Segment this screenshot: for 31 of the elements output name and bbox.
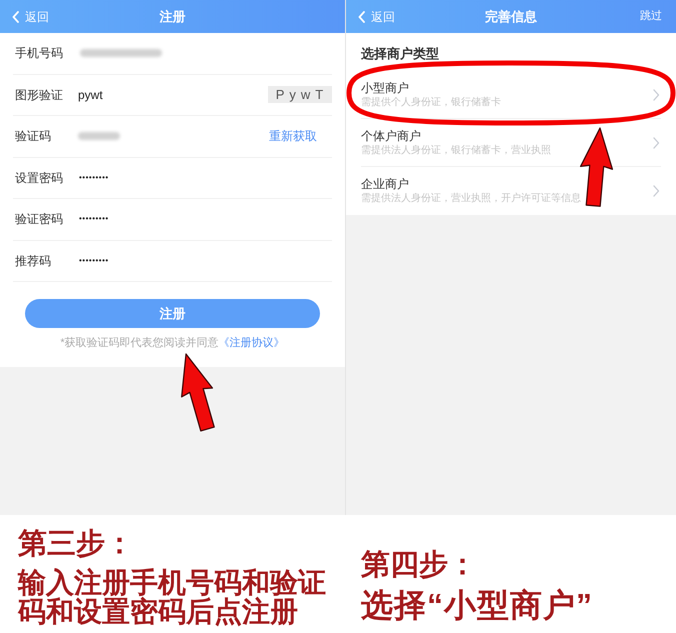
field-label: 推荐码 [14,254,52,267]
captcha-input[interactable]: pywt [78,74,268,115]
field-label: 设置密码 [14,172,64,184]
page-title: 完善信息 [485,10,537,23]
option-title: 小型商户 [361,80,410,96]
option-title: 个体户商户 [361,128,422,144]
option-description: 需提供个人身份证，银行储蓄卡 [361,96,501,108]
back-chevron-icon [12,10,19,22]
password-input[interactable]: ••••••••• [78,240,332,281]
field-label: 图形验证 [14,88,64,101]
chevron-right-icon [653,185,660,197]
chevron-right-icon [653,136,660,148]
captcha-image[interactable]: PywT [268,86,332,104]
agreement-text: *获取验证码即代表您阅读并同意《注册协议》 [59,336,286,350]
step-instruction: 选择“小型商户” [361,588,594,622]
step-heading: 第四步： [361,548,478,582]
password-input[interactable]: ••••••••• [78,199,332,240]
password-input[interactable]: ••••••••• [78,158,332,198]
option-description: 需提供法人身份证，营业执照，开户许可证等信息 [361,192,581,205]
back-chevron-icon [358,10,365,22]
option-title: 企业商户 [361,177,410,192]
step-heading: 第三步： [18,527,135,561]
field-label: 手机号码 [14,47,64,60]
field-label: 验证密码 [14,213,64,226]
option-description: 需提供法人身份证，银行储蓄卡，营业执照 [361,144,551,156]
page-title: 注册 [160,10,186,23]
step-instruction: 输入注册手机号码和验证码和设置密码后点注册 [18,568,327,626]
chevron-right-icon [653,88,660,100]
field-label: 验证码 [14,130,52,142]
section-title: 选择商户类型 [361,45,440,63]
blurred-text [78,132,120,140]
